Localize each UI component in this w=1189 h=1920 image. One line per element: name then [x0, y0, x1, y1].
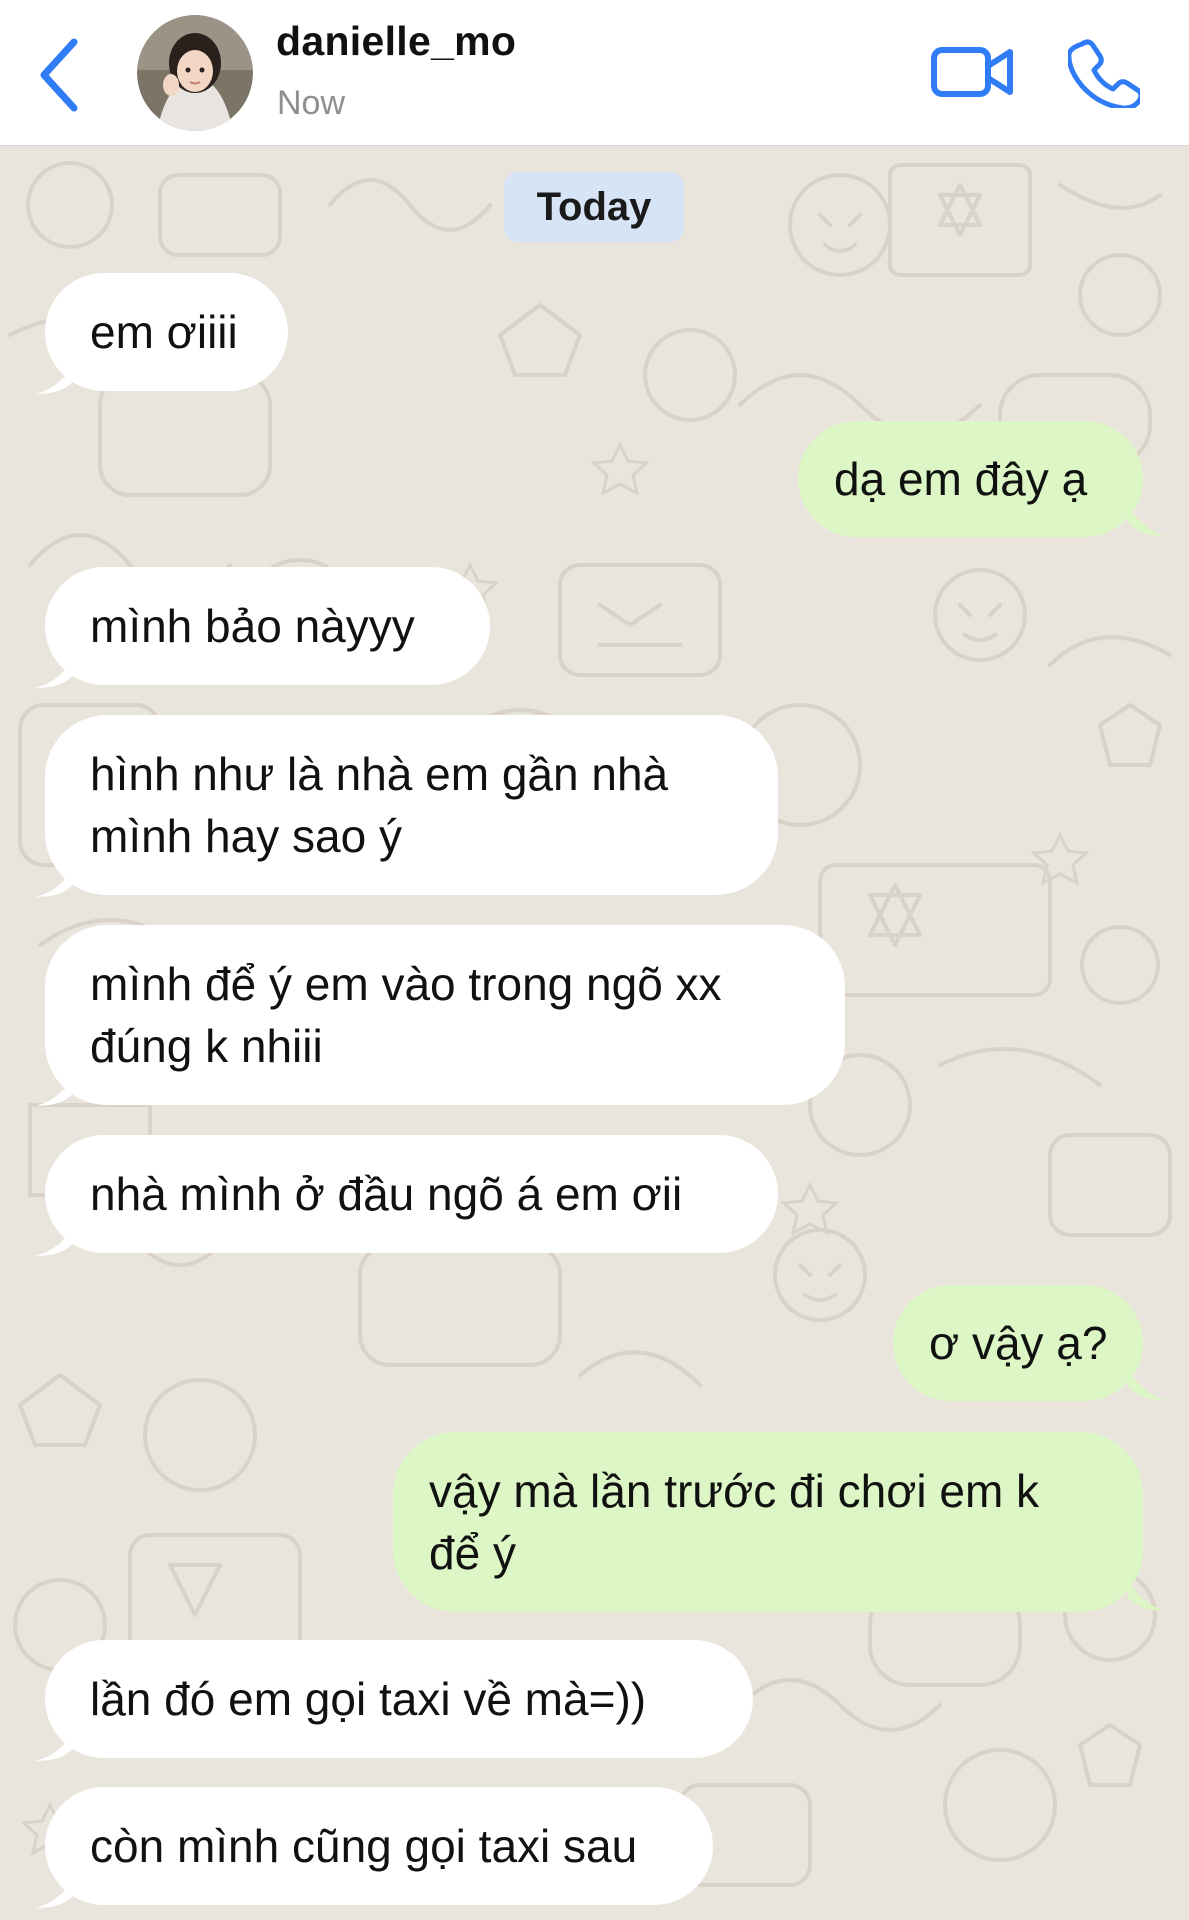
message-text: ơ vậy ạ? — [929, 1317, 1108, 1369]
contact-status: Now — [277, 84, 346, 122]
contact-name[interactable]: danielle_mo — [276, 18, 516, 65]
message-bubble-incoming[interactable]: lần đó em gọi taxi về mà=)) — [45, 1640, 753, 1758]
message-bubble-incoming[interactable]: mình bảo nàyyy — [45, 567, 490, 685]
message-text: vậy mà lần trước đi chơi em k để ý — [429, 1465, 1040, 1579]
message-bubble-incoming[interactable]: em ơiiii — [45, 273, 288, 391]
back-button[interactable] — [28, 30, 98, 120]
chat-header: danielle_mo Now — [0, 0, 1189, 146]
avatar-photo — [137, 15, 253, 131]
message-bubble-incoming[interactable]: còn mình cũng gọi taxi sau — [45, 1787, 713, 1905]
message-text: nhà mình ở đầu ngõ á em ơii — [90, 1168, 683, 1220]
message-text: em ơiiii — [90, 306, 238, 358]
message-text: còn mình cũng gọi taxi sau — [90, 1820, 638, 1872]
phone-icon — [1066, 39, 1144, 111]
video-camera-icon — [931, 47, 1013, 97]
message-text: mình bảo nàyyy — [90, 600, 415, 652]
chevron-left-icon — [40, 38, 78, 112]
message-bubble-incoming[interactable]: nhà mình ở đầu ngõ á em ơii — [45, 1135, 778, 1253]
message-text: dạ em đây ạ — [834, 453, 1088, 505]
message-bubble-outgoing[interactable]: dạ em đây ạ — [798, 421, 1143, 537]
message-text: lần đó em gọi taxi về mà=)) — [90, 1673, 647, 1725]
contact-avatar[interactable] — [137, 15, 253, 131]
message-bubble-outgoing[interactable]: vậy mà lần trước đi chơi em k để ý — [393, 1432, 1143, 1612]
message-text: mình để ý em vào trong ngõ xx đúng k nhi… — [90, 958, 722, 1072]
voice-call-button[interactable] — [1066, 36, 1144, 111]
date-separator: Today — [504, 172, 684, 242]
message-text: hình như là nhà em gần nhà mình hay sao … — [90, 748, 669, 862]
message-bubble-incoming[interactable]: mình để ý em vào trong ngõ xx đúng k nhi… — [45, 925, 845, 1105]
message-bubble-incoming[interactable]: hình như là nhà em gần nhà mình hay sao … — [45, 715, 778, 895]
message-bubble-outgoing[interactable]: ơ vậy ạ? — [893, 1285, 1143, 1401]
chat-screen: danielle_mo Now Today em ơiiii dạ em đây… — [0, 0, 1189, 1920]
video-call-button[interactable] — [930, 40, 1016, 106]
